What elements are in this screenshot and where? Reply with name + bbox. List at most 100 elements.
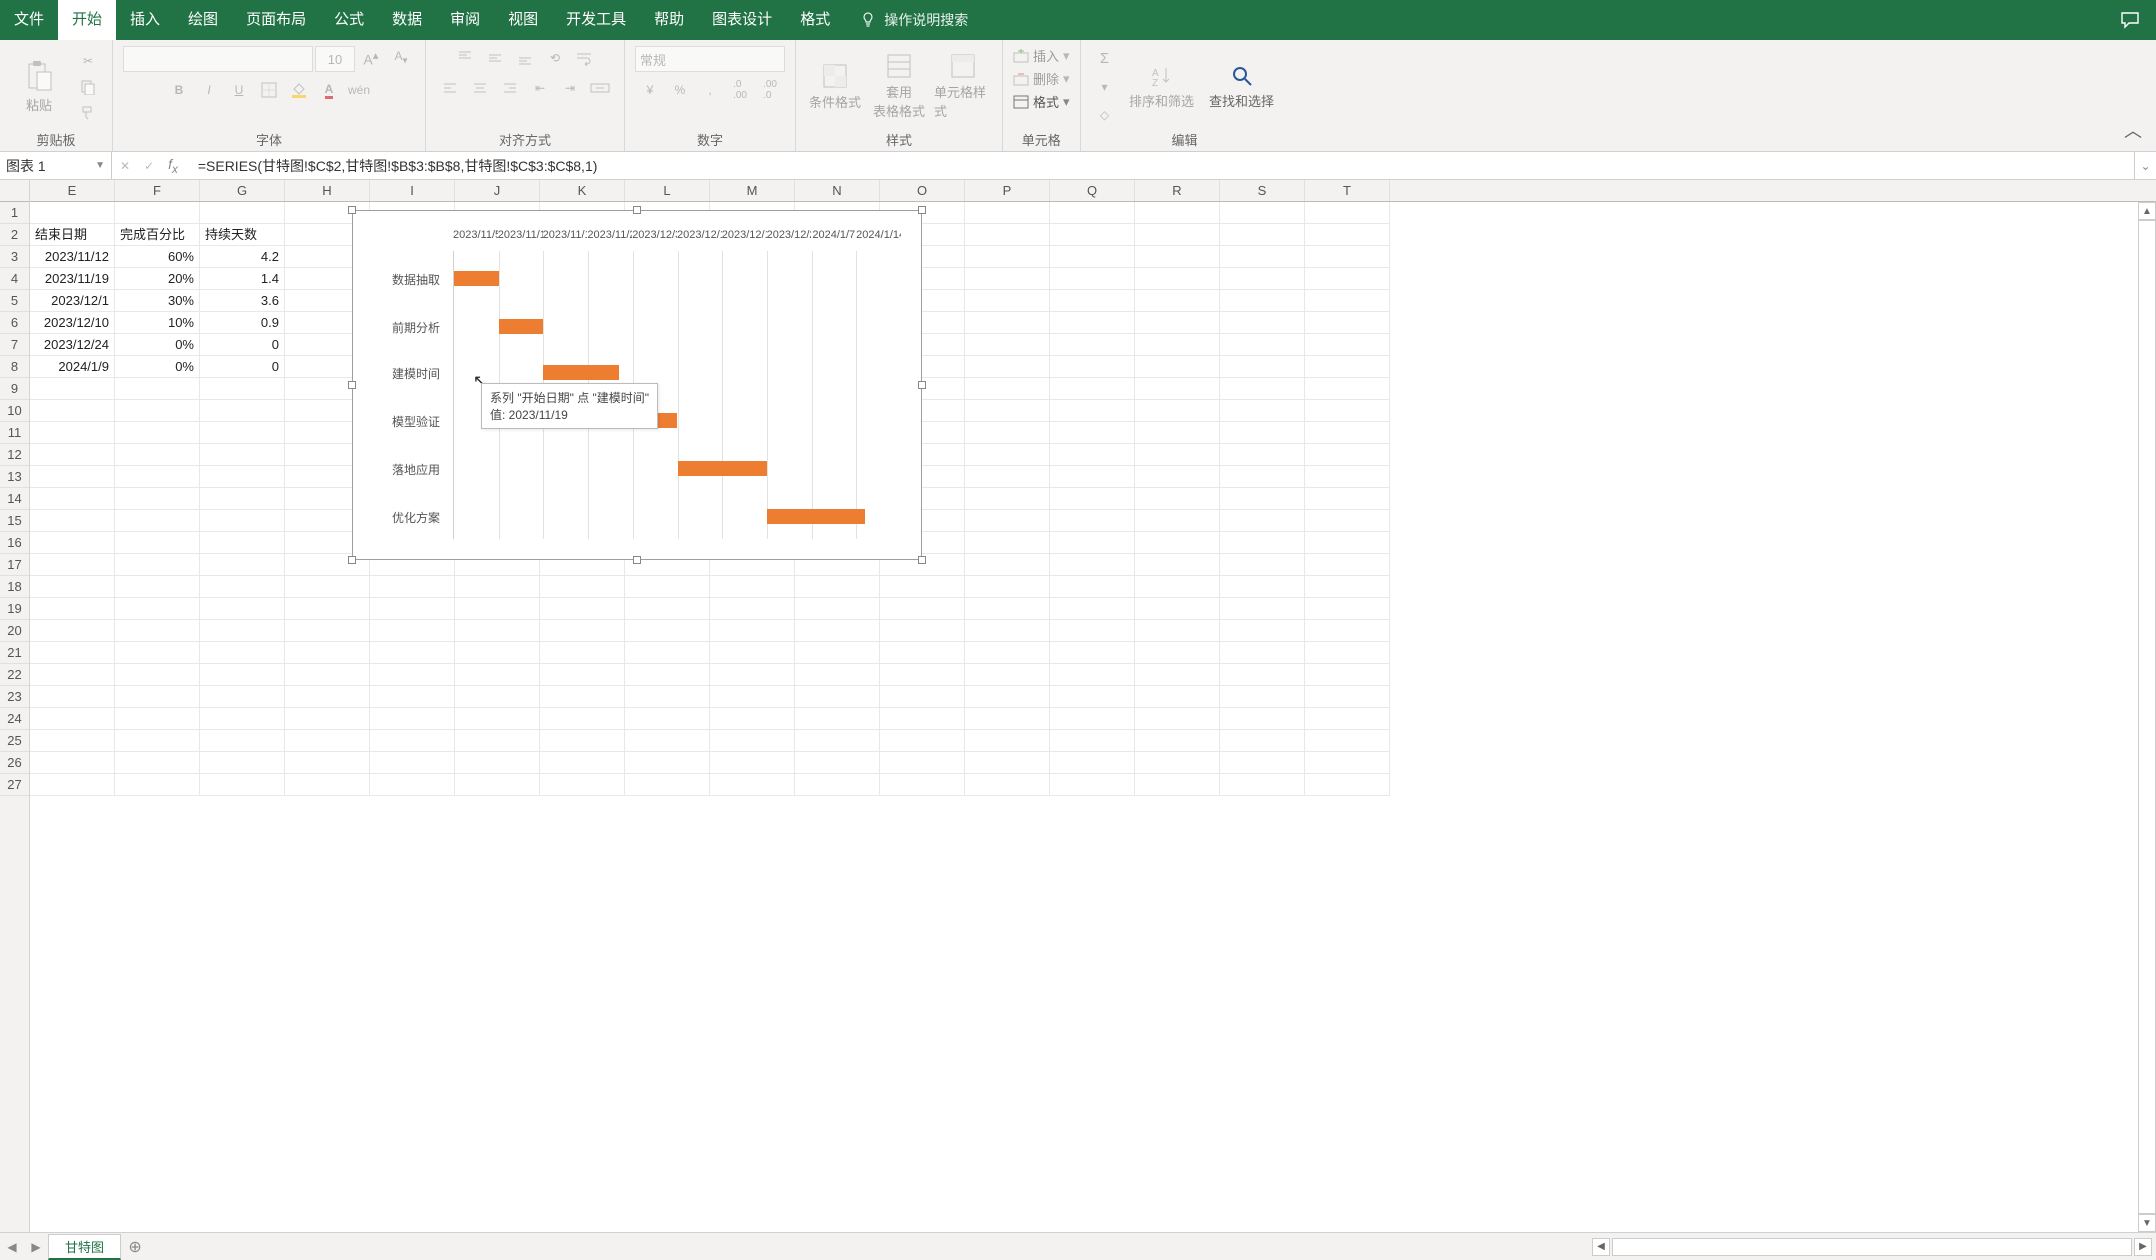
col-header[interactable]: H — [285, 180, 370, 201]
tab-insert[interactable]: 插入 — [116, 0, 174, 40]
chart-bar[interactable] — [499, 319, 544, 334]
clear-button[interactable]: ◇ — [1091, 103, 1119, 127]
row-header[interactable]: 23 — [0, 686, 29, 708]
horizontal-scrollbar[interactable]: ◀ ▶ — [1592, 1238, 2156, 1256]
chart-category-label[interactable]: 前期分析 — [363, 319, 448, 336]
tab-view[interactable]: 视图 — [494, 0, 552, 40]
col-header[interactable]: K — [540, 180, 625, 201]
resize-handle[interactable] — [348, 206, 356, 214]
cell[interactable]: 30% — [115, 290, 200, 312]
borders-button[interactable] — [255, 78, 283, 102]
cell[interactable]: 10% — [115, 312, 200, 334]
cell[interactable]: 0.9 — [200, 312, 285, 334]
chart-category-label[interactable]: 优化方案 — [363, 509, 448, 526]
col-header[interactable]: I — [370, 180, 455, 201]
underline-button[interactable]: U — [225, 78, 253, 102]
align-left-button[interactable] — [436, 76, 464, 100]
formula-input[interactable]: =SERIES(甘特图!$C$2,甘特图!$B$3:$B$8,甘特图!$C$3:… — [192, 156, 2134, 176]
chart-bar[interactable] — [767, 509, 865, 524]
cell[interactable]: 2023/11/19 — [30, 268, 115, 290]
comments-button[interactable] — [2104, 0, 2156, 40]
scroll-track[interactable] — [1612, 1238, 2132, 1256]
col-header[interactable]: G — [200, 180, 285, 201]
row-header[interactable]: 17 — [0, 554, 29, 576]
find-select-button[interactable]: 查找和选择 — [1205, 48, 1279, 126]
enter-formula-button[interactable]: ✓ — [144, 159, 154, 173]
tab-developer[interactable]: 开发工具 — [552, 0, 640, 40]
align-top-button[interactable] — [451, 46, 479, 70]
col-header[interactable]: N — [795, 180, 880, 201]
align-bottom-button[interactable] — [511, 46, 539, 70]
scroll-left-button[interactable]: ◀ — [1592, 1238, 1610, 1256]
resize-handle[interactable] — [918, 556, 926, 564]
sort-filter-button[interactable]: AZ 排序和筛选 — [1125, 48, 1199, 126]
cell[interactable]: 结束日期 — [30, 224, 115, 246]
resize-handle[interactable] — [918, 381, 926, 389]
format-table-button[interactable]: 套用 表格格式 — [870, 48, 928, 126]
chart-category-label[interactable]: 建模时间 — [363, 365, 448, 382]
vertical-scrollbar[interactable]: ▲ ▼ — [2138, 202, 2156, 1232]
row-header[interactable]: 24 — [0, 708, 29, 730]
col-header[interactable]: E — [30, 180, 115, 201]
merge-button[interactable] — [586, 76, 614, 100]
tab-review[interactable]: 审阅 — [436, 0, 494, 40]
row-header[interactable]: 18 — [0, 576, 29, 598]
resize-handle[interactable] — [633, 556, 641, 564]
cell[interactable]: 完成百分比 — [115, 224, 200, 246]
delete-cells-button[interactable]: 删除▾ — [1013, 69, 1070, 88]
italic-button[interactable]: I — [195, 78, 223, 102]
tab-format[interactable]: 格式 — [786, 0, 844, 40]
col-header[interactable]: Q — [1050, 180, 1135, 201]
tab-home[interactable]: 开始 — [58, 0, 116, 40]
row-header[interactable]: 19 — [0, 598, 29, 620]
scroll-down-button[interactable]: ▼ — [2138, 1214, 2156, 1232]
collapse-ribbon-button[interactable]: ︿ — [2124, 117, 2142, 143]
scroll-right-button[interactable]: ▶ — [2134, 1238, 2152, 1256]
add-sheet-button[interactable]: ⊕ — [121, 1237, 149, 1257]
tab-pagelayout[interactable]: 页面布局 — [232, 0, 320, 40]
wrap-text-button[interactable] — [571, 46, 599, 70]
phonetic-button[interactable]: wén — [345, 78, 373, 102]
row-header[interactable]: 5 — [0, 290, 29, 312]
autosum-button[interactable]: Σ — [1091, 47, 1119, 71]
font-size-input[interactable] — [315, 46, 355, 72]
orientation-button[interactable]: ⟲ — [541, 46, 569, 70]
cell[interactable]: 0 — [200, 356, 285, 378]
cell[interactable]: 60% — [115, 246, 200, 268]
chart-bar[interactable] — [543, 365, 619, 380]
cell[interactable]: 3.6 — [200, 290, 285, 312]
tab-data[interactable]: 数据 — [378, 0, 436, 40]
select-all-button[interactable] — [0, 180, 29, 202]
row-header[interactable]: 15 — [0, 510, 29, 532]
col-header[interactable]: O — [880, 180, 965, 201]
tab-chartdesign[interactable]: 图表设计 — [698, 0, 786, 40]
align-center-button[interactable] — [466, 76, 494, 100]
col-header[interactable]: P — [965, 180, 1050, 201]
comma-button[interactable]: , — [696, 78, 724, 102]
decrease-decimal-button[interactable]: .00.0 — [756, 78, 784, 102]
font-name-input[interactable] — [123, 46, 313, 72]
cell[interactable]: 2023/11/12 — [30, 246, 115, 268]
bold-button[interactable]: B — [165, 78, 193, 102]
name-box[interactable]: 图表 1 ▼ — [0, 152, 112, 179]
row-header[interactable]: 22 — [0, 664, 29, 686]
increase-indent-button[interactable]: ⇥ — [556, 76, 584, 100]
cut-button[interactable]: ✂ — [74, 49, 102, 73]
chart-area[interactable]: 2023/11/5 2023/11/12 2023/11/19 2023/11/… — [363, 221, 911, 549]
cell[interactable]: 20% — [115, 268, 200, 290]
row-header[interactable]: 11 — [0, 422, 29, 444]
cell[interactable]: 2023/12/1 — [30, 290, 115, 312]
col-header[interactable]: J — [455, 180, 540, 201]
expand-formula-bar-button[interactable]: ⌄ — [2134, 152, 2156, 179]
row-header[interactable]: 8 — [0, 356, 29, 378]
chart-x-axis[interactable]: 2023/11/5 2023/11/12 2023/11/19 2023/11/… — [453, 229, 901, 241]
format-painter-button[interactable] — [74, 101, 102, 125]
row-header[interactable]: 25 — [0, 730, 29, 752]
cell[interactable]: 0% — [115, 356, 200, 378]
chart-bar[interactable] — [678, 461, 767, 476]
cell[interactable]: 0 — [200, 334, 285, 356]
cancel-formula-button[interactable]: ✕ — [120, 159, 130, 173]
row-header[interactable]: 12 — [0, 444, 29, 466]
increase-decimal-button[interactable]: .0.00 — [726, 78, 754, 102]
conditional-format-button[interactable]: 条件格式 — [806, 48, 864, 126]
